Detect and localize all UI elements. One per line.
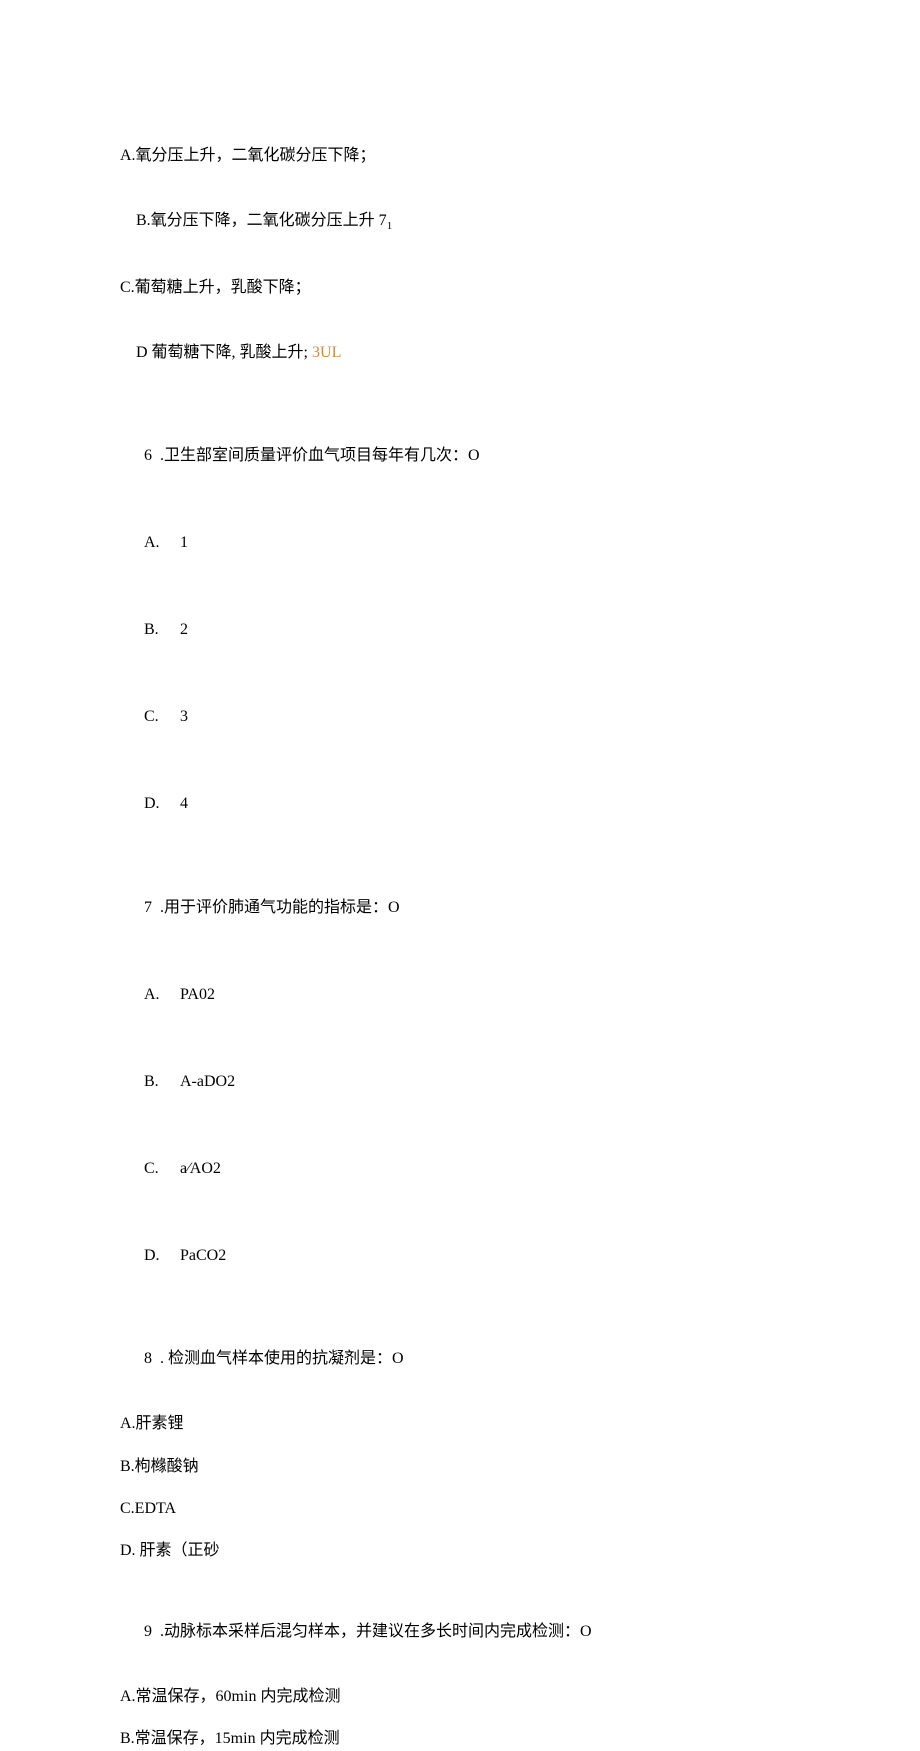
question-8: 8 . 检测血气样本使用的抗凝剂是：O A.肝素锂 B.枸橼酸钠 C.EDTA … (120, 1326, 800, 1563)
question-9-number: 9 . (144, 1623, 164, 1640)
question-7-stem: 7 .用于评价肺通气功能的指标是：O (120, 874, 800, 941)
question-9-text: 动脉标本采样后混匀样本，并建议在多长时间内完成检测：O (164, 1623, 592, 1640)
option-letter: B. (144, 1071, 180, 1093)
question-9-option-a: A.常温保存，60min 内完成检测 (120, 1686, 800, 1708)
option-value: 3 (180, 708, 188, 725)
question-7-option-c: C.a⁄AO2 (120, 1136, 800, 1203)
option-letter: D. (144, 1245, 180, 1267)
question-8-stem: 8 . 检测血气样本使用的抗凝剂是：O (120, 1326, 800, 1393)
intro-option-b-text: B.氧分压下降，二氧化碳分压上升 7 (136, 212, 387, 229)
option-letter: C. (144, 1158, 180, 1180)
option-value: 1 (180, 534, 188, 551)
intro-option-c: C.葡萄糖上升，乳酸下降； (120, 277, 800, 299)
intro-option-d-text: D 葡萄糖下降, 乳酸上升; (136, 344, 312, 361)
question-6-option-d: D.4 (120, 771, 800, 838)
question-7-option-d: D.PaCO2 (120, 1223, 800, 1290)
intro-option-b: B.氧分压下降，二氧化碳分压上升 71 (120, 187, 800, 256)
question-6-text: 卫生部室间质量评价血气项目每年有几次：O (164, 447, 480, 464)
question-8-option-b: B.枸橼酸钠 (120, 1456, 800, 1478)
option-value: PA02 (180, 986, 215, 1003)
option-letter: A. (144, 984, 180, 1006)
intro-option-b-sub: 1 (387, 220, 393, 232)
option-letter: D. (144, 793, 180, 815)
question-8-option-d: D. 肝素（正砂 (120, 1540, 800, 1562)
question-7-option-a: A.PA02 (120, 961, 800, 1028)
question-9-option-b: B.常温保存，15min 内完成检测 (120, 1728, 800, 1750)
question-9: 9 .动脉标本采样后混匀样本，并建议在多长时间内完成检测：O A.常温保存，60… (120, 1599, 800, 1751)
question-6: 6 .卫生部室间质量评价血气项目每年有几次：O A.1 B.2 C.3 D.4 (120, 422, 800, 838)
question-7-number: 7 . (144, 899, 164, 916)
question-8-option-a: A.肝素锂 (120, 1413, 800, 1435)
option-value: a⁄AO2 (180, 1160, 221, 1177)
question-6-stem: 6 .卫生部室间质量评价血气项目每年有几次：O (120, 422, 800, 489)
question-7: 7 .用于评价肺通气功能的指标是：O A.PA02 B.A-aDO2 C.a⁄A… (120, 874, 800, 1290)
question-6-number: 6 . (144, 447, 164, 464)
question-8-number: 8 . (144, 1350, 164, 1367)
option-value: 4 (180, 795, 188, 812)
question-6-option-b: B.2 (120, 597, 800, 664)
question-6-option-a: A.1 (120, 509, 800, 576)
option-letter: B. (144, 619, 180, 641)
intro-option-d-highlight: 3UL (312, 344, 341, 361)
intro-option-a: A.氧分压上升，二氧化碳分压下降； (120, 145, 800, 167)
option-letter: C. (144, 706, 180, 728)
question-9-stem: 9 .动脉标本采样后混匀样本，并建议在多长时间内完成检测：O (120, 1599, 800, 1666)
question-7-option-b: B.A-aDO2 (120, 1049, 800, 1116)
option-value: A-aDO2 (180, 1073, 235, 1090)
option-letter: A. (144, 532, 180, 554)
question-8-option-c: C.EDTA (120, 1498, 800, 1520)
option-value: 2 (180, 621, 188, 638)
document-page: A.氧分压上升，二氧化碳分压下降； B.氧分压下降，二氧化碳分压上升 71 C.… (0, 0, 920, 1751)
question-7-text: 用于评价肺通气功能的指标是：O (164, 899, 400, 916)
option-value: PaCO2 (180, 1247, 226, 1264)
question-6-option-c: C.3 (120, 684, 800, 751)
question-8-text: 检测血气样本使用的抗凝剂是：O (164, 1350, 404, 1367)
intro-option-d: D 葡萄糖下降, 乳酸上升; 3UL (120, 319, 800, 386)
